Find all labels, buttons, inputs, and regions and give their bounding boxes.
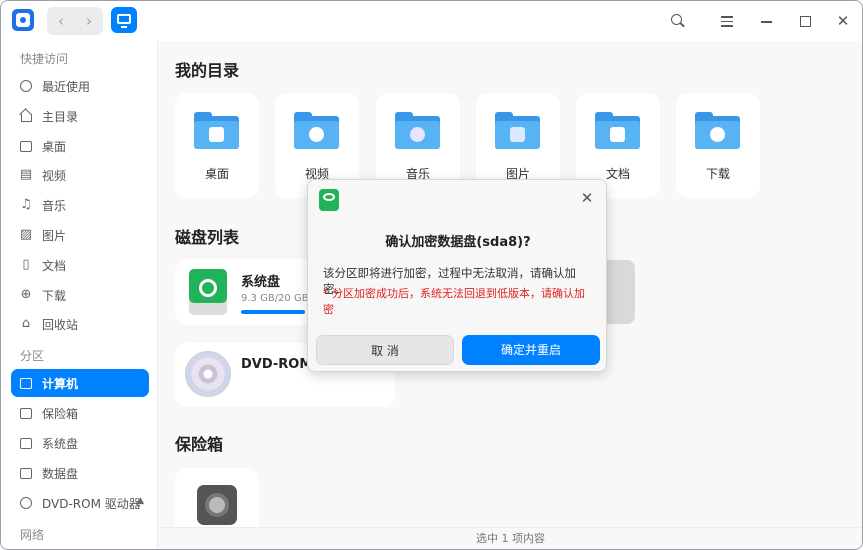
- sidebar-item-data-disk[interactable]: 数据盘: [11, 459, 149, 487]
- cancel-button[interactable]: 取 消: [316, 335, 454, 365]
- encrypt-confirm-dialog: ✕ 确认加密数据盘(sda8)? 该分区即将进行加密，过程中无法取消，请确认加密…: [307, 179, 607, 372]
- forward-button[interactable]: ›: [75, 7, 103, 35]
- navigation-buttons: ‹ ›: [47, 7, 103, 35]
- folder-label: 桌面: [204, 167, 229, 181]
- status-bar: 选中 1 项内容: [159, 527, 862, 549]
- sidebar-item-recent[interactable]: 最近使用: [11, 72, 149, 100]
- vault-icon: [19, 406, 33, 420]
- desktop-folder-icon: [194, 112, 239, 149]
- sidebar-section-network: 网络: [20, 528, 45, 542]
- disk-usage-bar: [241, 310, 305, 314]
- home-icon: [19, 109, 33, 123]
- app-logo-icon: [12, 9, 34, 31]
- sidebar-item-label: 保险箱: [42, 406, 79, 421]
- video-icon: ▤: [19, 167, 33, 182]
- sidebar-section-partitions: 分区: [20, 349, 45, 363]
- titlebar: ‹ › ✕: [1, 1, 862, 41]
- sidebar-item-music[interactable]: ♫ 音乐: [11, 191, 149, 219]
- dialog-close-icon[interactable]: ✕: [578, 189, 596, 207]
- sidebar-item-label: 音乐: [42, 198, 67, 213]
- picture-folder-icon: [495, 112, 540, 149]
- folder-downloads[interactable]: 下载: [676, 93, 760, 198]
- sidebar-item-label: 图片: [42, 228, 67, 243]
- sidebar-item-documents[interactable]: ▯ 文档: [11, 251, 149, 279]
- sidebar-item-vault[interactable]: 保险箱: [11, 399, 149, 427]
- disk-base: [189, 301, 227, 315]
- folder-label: 下载: [705, 167, 730, 181]
- sidebar: 快捷访问 最近使用 主目录 桌面 ▤ 视频 ♫ 音乐 ▨ 图片 ▯ 文档 ⊕ 下…: [1, 41, 158, 549]
- document-icon: ▯: [22, 257, 30, 272]
- document-folder-icon: [595, 112, 640, 149]
- computer-icon: [19, 376, 33, 390]
- eject-icon[interactable]: ▲: [137, 496, 144, 506]
- sidebar-item-trash[interactable]: ⌂ 回收站: [11, 310, 149, 338]
- sidebar-item-pictures[interactable]: ▨ 图片: [11, 221, 149, 249]
- disk-icon: [19, 436, 33, 450]
- sidebar-item-videos[interactable]: ▤ 视频: [11, 161, 149, 189]
- system-disk-icon: [189, 269, 227, 303]
- sidebar-item-computer[interactable]: 计算机: [11, 369, 149, 397]
- confirm-restart-button[interactable]: 确定并重启: [462, 335, 600, 365]
- picture-icon: ▨: [19, 227, 33, 242]
- dvd-disc-icon: [185, 351, 231, 397]
- sidebar-item-label: 下载: [42, 288, 67, 303]
- sidebar-item-label: 回收站: [42, 317, 79, 332]
- back-button[interactable]: ‹: [47, 7, 75, 35]
- vault-section-title: 保险箱: [175, 435, 224, 454]
- minimize-icon[interactable]: [757, 11, 777, 31]
- desktop-icon: [19, 139, 33, 153]
- music-icon: ♫: [20, 197, 32, 212]
- download-folder-icon: [695, 112, 740, 149]
- sidebar-item-desktop[interactable]: 桌面: [11, 132, 149, 160]
- clock-icon: [19, 79, 33, 93]
- my-directories-title: 我的目录: [175, 61, 240, 80]
- download-icon: ⊕: [20, 287, 32, 302]
- disk-size: 9.3 GB/20 GB: [241, 293, 309, 304]
- folder-desktop[interactable]: 桌面: [175, 93, 259, 198]
- trash-icon: ⌂: [21, 316, 31, 331]
- disk-list-title: 磁盘列表: [175, 228, 240, 247]
- menu-icon[interactable]: [717, 11, 737, 31]
- file-manager-window: ‹ › ✕ 快捷访问 最近使用 主目录 桌面 ▤ 视频 ♫ 音乐 ▨ 图片 ▯ …: [0, 0, 863, 550]
- sidebar-item-dvd-rom[interactable]: DVD-ROM 驱动器 ▲: [11, 489, 149, 517]
- sidebar-item-label: 主目录: [42, 109, 79, 124]
- sidebar-item-label: 最近使用: [42, 79, 91, 94]
- dvd-icon: [19, 496, 33, 510]
- music-folder-icon: [395, 112, 440, 149]
- dialog-warning: * 分区加密成功后，系统无法回退到低版本，请确认加密: [323, 287, 585, 316]
- sidebar-item-label: DVD-ROM 驱动器: [42, 496, 141, 511]
- computer-view-button[interactable]: [111, 7, 137, 33]
- sidebar-item-label: 计算机: [42, 376, 79, 391]
- sidebar-item-label: 桌面: [42, 139, 67, 154]
- dialog-title: 确认加密数据盘(sda8)?: [385, 235, 531, 250]
- monitor-icon: [117, 14, 131, 28]
- sidebar-item-downloads[interactable]: ⊕ 下载: [11, 281, 149, 309]
- sidebar-section-quick-access: 快捷访问: [20, 52, 69, 66]
- disk-encrypt-icon: [319, 189, 339, 211]
- vault-safe-icon: [197, 485, 237, 525]
- disk-name: 系统盘: [241, 275, 281, 290]
- sidebar-item-system-disk[interactable]: 系统盘: [11, 429, 149, 457]
- sidebar-item-label: 系统盘: [42, 436, 79, 451]
- sidebar-item-home[interactable]: 主目录: [11, 102, 149, 130]
- video-folder-icon: [294, 112, 339, 149]
- close-icon[interactable]: ✕: [833, 11, 853, 31]
- sidebar-item-label: 文档: [42, 258, 67, 273]
- vault-card[interactable]: [175, 468, 259, 527]
- sidebar-item-label: 视频: [42, 168, 67, 183]
- maximize-icon[interactable]: [796, 11, 816, 31]
- sidebar-item-label: 数据盘: [42, 466, 79, 481]
- disk-icon: [19, 466, 33, 480]
- search-icon[interactable]: [668, 11, 688, 31]
